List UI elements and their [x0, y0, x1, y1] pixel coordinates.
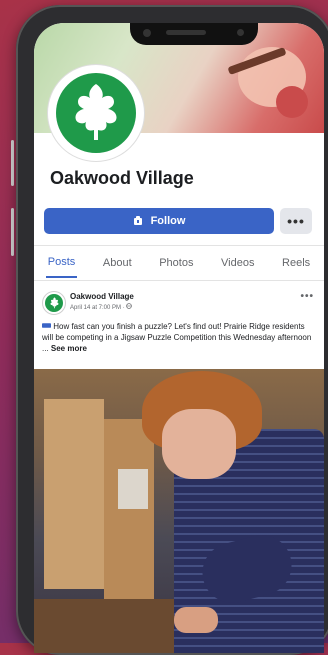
photo-person-face [162, 409, 236, 479]
follow-icon [133, 216, 142, 225]
page-tabs: Posts About Photos Videos Reels [34, 245, 324, 281]
photo-background-window [118, 469, 148, 509]
puzzle-emoji-icon [42, 323, 51, 328]
post-author[interactable]: Oakwood Village [70, 292, 134, 301]
tab-photos[interactable]: Photos [157, 249, 195, 277]
post-timestamp[interactable]: April 14 at 7:00 PM · [70, 303, 133, 311]
phone-frame: Oakwood Village Follow ••• Posts About P… [16, 5, 328, 655]
post-avatar[interactable] [42, 291, 66, 315]
sensor-icon [237, 29, 244, 36]
phone-side-button-upper [11, 140, 14, 186]
globe-icon [126, 303, 133, 309]
photo-background-door [104, 419, 154, 609]
tab-about[interactable]: About [101, 249, 134, 277]
follow-button-label: Follow [150, 215, 186, 227]
tab-posts[interactable]: Posts [45, 248, 78, 278]
see-more-link[interactable]: See more [51, 344, 87, 353]
oak-leaf-logo-icon [56, 73, 136, 153]
oak-leaf-logo-icon [45, 294, 63, 312]
camera-icon [143, 29, 151, 37]
painting-hand-icon [228, 47, 308, 118]
phone-side-button-lower [11, 208, 14, 256]
post-body: How fast can you finish a puzzle? Let's … [42, 321, 314, 354]
photo-person-hand [174, 607, 218, 633]
post-card: Oakwood Village April 14 at 7:00 PM · ••… [34, 283, 324, 369]
page-title: Oakwood Village [50, 168, 194, 188]
more-options-button[interactable]: ••• [280, 208, 312, 234]
follow-button[interactable]: Follow [44, 208, 274, 234]
phone-notch [130, 23, 258, 45]
post-options-button[interactable]: ••• [300, 291, 314, 302]
photo-background-frame [44, 399, 104, 589]
post-timestamp-text: April 14 at 7:00 PM · [70, 305, 125, 311]
tab-videos[interactable]: Videos [219, 249, 256, 277]
tab-reels[interactable]: Reels [280, 249, 312, 277]
profile-avatar[interactable] [48, 65, 144, 161]
phone-screen: Oakwood Village Follow ••• Posts About P… [34, 23, 324, 653]
speaker-icon [166, 30, 206, 35]
post-photo[interactable] [34, 369, 324, 653]
